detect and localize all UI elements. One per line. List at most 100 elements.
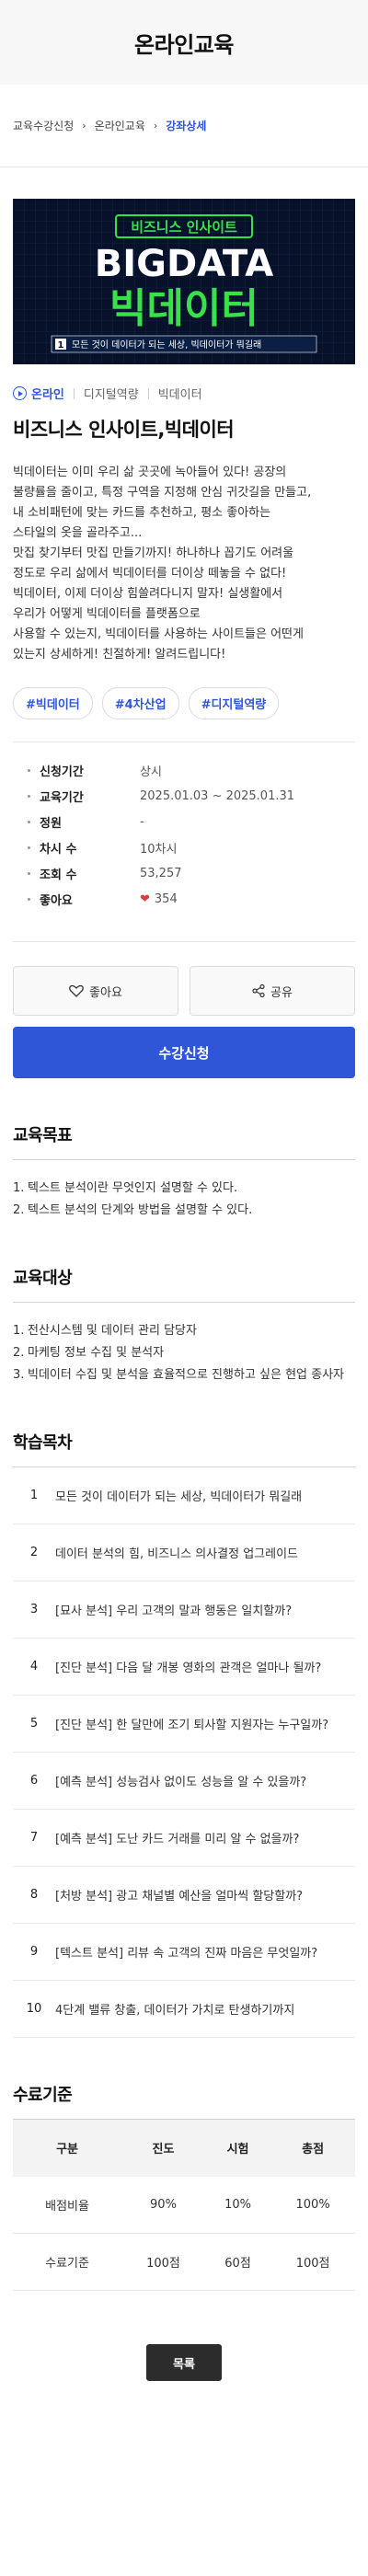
banner-graphic: 비즈니스 인사이트 BIGDATA 빅데이터 1 모든 것이 데이터가 되는 세… [13,199,355,364]
breadcrumb-item-online[interactable]: 온라인교육 [95,118,145,133]
info-label: 차시 수 [40,842,77,857]
curriculum-row: 7 [예측 분석] 도난 카드 거래를 미리 알 수 없을까? [13,1810,355,1867]
table-header: 총점 [270,2119,355,2177]
curriculum-item: [묘사 분석] 우리 고객의 말과 행동은 일치할까? [55,1604,293,1618]
table-header-row: 구분 진도 시험 총점 [13,2119,355,2177]
curriculum-item: 모든 것이 데이터가 되는 세상, 빅데이터가 뭐길래 [55,1490,303,1504]
goals-title: 교육목표 [13,1122,355,1160]
curriculum-item: [예측 분석] 성능검사 없이도 성능을 알 수 있을까? [55,1776,307,1789]
chevron-right-icon: › [153,120,158,132]
curriculum-row: 2 데이터 분석의 힘, 비즈니스 의사결정 업그레이드 [13,1524,355,1581]
curriculum-row: 1 모든 것이 데이터가 되는 세상, 빅데이터가 뭐길래 [13,1467,355,1524]
info-row-views: 조회 수 53,257 [13,860,355,886]
share-button[interactable]: 공유 [190,966,355,1016]
bullet [28,871,30,875]
chevron-right-icon: › [82,120,86,132]
description-line: 사용할 수 있는지, 빅데이터를 사용하는 사이트들은 어떤게 [13,627,304,641]
online-badge: 온라인 [13,385,64,402]
table-header: 진도 [121,2119,205,2177]
goals-section: 교육목표 1. 텍스트 분석이란 무엇인지 설명할 수 있다. 2. 텍스트 분석의… [13,1122,355,1221]
list-item: 2. 마케팅 정보 수집 및 분석자 [13,1346,165,1360]
bullet [28,820,30,823]
curriculum-section: 학습목차 1 모든 것이 데이터가 되는 세상, 빅데이터가 뭐길래 2 데이터 분… [13,1430,355,2038]
info-value: - [140,814,144,829]
heart-icon: ❤ [140,891,150,906]
category-bigdata: 빅데이터 [157,388,202,402]
curriculum-row: 10 4단계 밸류 창출, 데이터가 가치로 탄생하기까지 [13,1981,355,2038]
banner-caption: 모든 것이 데이터가 되는 세상, 빅데이터가 뭐길래 [72,339,261,351]
table-header: 시험 [204,2119,271,2177]
description-line: 정도로 우리 삶에서 빅데이터를 더이상 떼놓을 수 없다! [13,567,287,581]
breadcrumb-item-apply[interactable]: 교육수강신청 [13,118,74,133]
info-row-sessions: 차시 수 10차시 [13,834,355,860]
description-line: 스타일의 옷을 골라주고... [13,526,143,540]
info-row-apply-period: 신청기간 상시 [13,757,355,783]
list-button[interactable]: 목록 [146,2344,222,2381]
banner-big-text: BIGDATA [95,243,273,285]
table-row: 배점비율 90% 10% 100% [13,2176,355,2234]
bullet [28,897,30,901]
table-cell: 60점 [204,2233,271,2291]
tag-bigdata[interactable]: #빅데이터 [13,687,93,719]
like-label: 좋아요 [89,985,122,1000]
banner-top-text: 비즈니스 인사이트 [131,219,237,236]
curriculum-row: 5 [진단 분석] 한 달만에 조기 퇴사할 지원자는 누구일까? [13,1696,355,1753]
curriculum-item: [진단 분석] 다음 달 개봉 영화의 관객은 얼마나 될까? [55,1662,322,1675]
curriculum-item: [처방 분석] 광고 채널별 예산을 얼마씩 할당할까? [55,1890,304,1903]
curriculum-item: [텍스트 분석] 리뷰 속 고객의 진짜 마음은 무엇일까? [55,1947,318,1961]
online-label: 온라인 [31,388,64,402]
table-cell: 배점비율 [13,2176,122,2234]
list-item: 1. 전산시스템 및 데이터 관리 담당자 [13,1324,197,1338]
info-value: 53,257 [140,866,182,880]
targets-list: 1. 전산시스템 및 데이터 관리 담당자 2. 마케팅 정보 수집 및 분석자 3… [13,1321,355,1386]
curriculum-item: 데이터 분석의 힘, 비즈니스 의사결정 업그레이드 [55,1547,298,1561]
share-icon [252,984,265,997]
info-label: 정원 [40,816,62,831]
tag-list: #빅데이터 #4차산업 #디지털역량 [13,687,355,719]
curriculum-row: 9 [텍스트 분석] 리뷰 속 고객의 진짜 마음은 무엇일까? [13,1924,355,1981]
page-title: 온라인교육 [134,31,234,58]
curriculum-list: 1 모든 것이 데이터가 되는 세상, 빅데이터가 뭐길래 2 데이터 분석의 힘,… [13,1467,355,2038]
description-line: 있는지 상세하게! 친절하게! 알려드립니다! [13,648,226,661]
info-value: 354 [154,891,178,906]
description-line: 빅데이터는 이미 우리 삶 곳곳에 녹아들어 있다! 공장의 [13,466,287,479]
divider [147,387,149,399]
course-title: 비즈니스 인사이트,빅데이터 [13,419,235,441]
enroll-button[interactable]: 수강신청 [13,1027,355,1078]
like-button[interactable]: 좋아요 [13,966,178,1016]
breadcrumb: 교육수강신청 › 온라인교육 › 강좌상세 [0,85,368,167]
heart-outline-icon [69,984,84,997]
curriculum-row: 4 [진단 분석] 다음 달 개봉 영화의 관객은 얼마나 될까? [13,1639,355,1696]
share-label: 공유 [270,985,293,1000]
action-buttons: 좋아요 공유 [13,941,355,1016]
list-item: 2. 텍스트 분석의 단계와 방법을 설명할 수 있다. [13,1203,253,1217]
course-info-table: 신청기간 상시 교육기간 2025.01.03 ~ 2025.01.31 정원 … [13,742,355,912]
course-banner-image: 비즈니스 인사이트 BIGDATA 빅데이터 1 모든 것이 데이터가 되는 세… [13,199,355,364]
curriculum-row: 3 [묘사 분석] 우리 고객의 말과 행동은 일치할까? [13,1581,355,1639]
targets-section: 교육대상 1. 전산시스템 및 데이터 관리 담당자 2. 마케팅 정보 수집 및 … [13,1265,355,1386]
description-line: 빅데이터, 이제 더이상 힘쓸려다니지 말자! 실생활에서 [13,587,283,601]
play-circle-icon [13,386,27,400]
course-description: 빅데이터는 이미 우리 삶 곳곳에 녹아들어 있다! 공장의 불량률을 줄이고,… [13,463,355,665]
completion-section: 수료기준 구분 진도 시험 총점 배점비율 90% 10% 100% 수료기준 [13,2082,355,2291]
banner-caption-number: 1 [58,340,64,351]
tag-digital[interactable]: #디지털역량 [188,687,280,719]
info-label: 신청기간 [40,765,84,779]
info-label: 조회 수 [40,868,77,882]
list-item: 1. 텍스트 분석이란 무엇인지 설명할 수 있다. [13,1181,238,1195]
table-row: 수료기준 100점 60점 100점 [13,2233,355,2291]
goals-list: 1. 텍스트 분석이란 무엇인지 설명할 수 있다. 2. 텍스트 분석의 단계와 … [13,1179,355,1221]
category-digital: 디지털역량 [83,388,139,402]
table-cell: 100% [270,2176,355,2234]
tag-4th-industry[interactable]: #4차산업 [101,687,179,719]
table-header: 구분 [13,2119,122,2177]
page-header: 온라인교육 [0,0,368,85]
curriculum-title: 학습목차 [13,1430,355,1467]
description-line: 우리가 어떻게 빅데이터를 플랫폼으로 [13,607,201,621]
description-line: 맛집 찾기부터 맛집 만들기까지! 하나하나 꼽기도 어려울 [13,546,294,560]
bullet [28,768,30,772]
description-line: 내 소비패턴에 맞는 카드를 추천하고, 평소 좋아하는 [13,506,271,520]
bullet [28,794,30,798]
curriculum-item: [예측 분석] 도난 카드 거래를 미리 알 수 없을까? [55,1833,300,1846]
info-value: 상시 [140,765,162,779]
